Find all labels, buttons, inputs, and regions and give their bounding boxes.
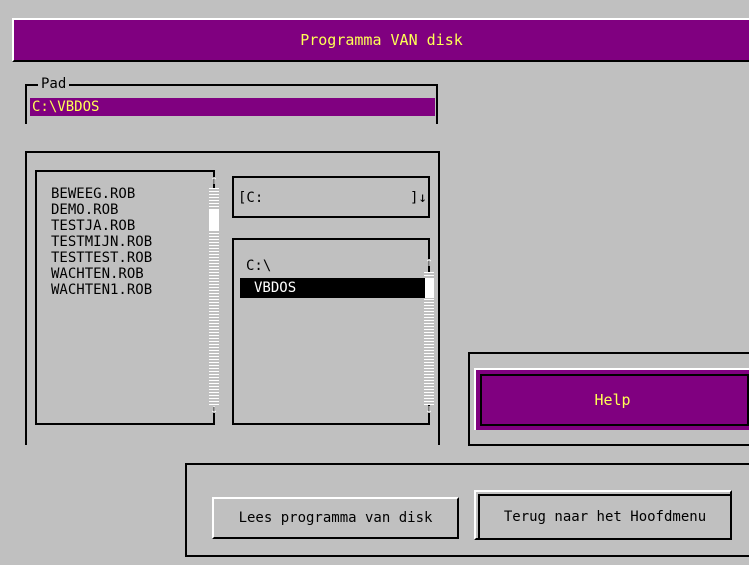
file-item[interactable]: DEMO.ROB	[51, 202, 118, 218]
scroll-down-arrow-icon[interactable]: ↓	[424, 403, 434, 417]
help-button[interactable]: Help	[474, 368, 749, 430]
scroll-thumb[interactable]	[209, 210, 219, 230]
dir-list-scrollbar[interactable]	[424, 272, 434, 405]
scroll-down-arrow-icon[interactable]: ↓	[209, 403, 219, 417]
scroll-up-arrow-icon[interactable]: ↑	[209, 174, 219, 188]
scroll-up-arrow-icon[interactable]: ↑	[424, 256, 434, 270]
path-input[interactable]: C:\VBDOS	[30, 98, 435, 116]
file-item[interactable]: TESTMIJN.ROB	[51, 234, 152, 250]
file-item[interactable]: BEWEEG.ROB	[51, 186, 135, 202]
scroll-thumb[interactable]	[424, 278, 434, 298]
chevron-down-icon[interactable]: ↓	[418, 190, 426, 206]
drive-value: [C:	[238, 190, 264, 206]
drive-dropdown-arrow[interactable]: ]↓	[410, 190, 427, 206]
load-program-button-label: Lees programma van disk	[238, 510, 433, 526]
directory-list[interactable]: C:\ ↑ ↓	[232, 238, 434, 425]
back-to-main-menu-button[interactable]: Terug naar het Hoofdmenu	[474, 490, 732, 546]
dir-item-selected[interactable]: VBDOS	[240, 278, 425, 298]
load-program-button[interactable]: Lees programma van disk	[212, 497, 459, 539]
help-focus-border	[480, 374, 749, 426]
file-item[interactable]: TESTJA.ROB	[51, 218, 135, 234]
file-list[interactable]: BEWEEG.ROB DEMO.ROB TESTJA.ROB TESTMIJN.…	[35, 170, 219, 425]
button-focus-border: Terug naar het Hoofdmenu	[478, 494, 732, 540]
window-title: Programma VAN disk	[300, 31, 463, 49]
dir-item[interactable]: C:\	[246, 258, 271, 274]
file-item[interactable]: WACHTEN.ROB	[51, 266, 144, 282]
back-button-label: Terug naar het Hoofdmenu	[503, 509, 707, 525]
path-label: Pad	[38, 76, 70, 92]
file-list-scrollbar[interactable]	[209, 188, 219, 407]
file-item[interactable]: WACHTEN1.ROB	[51, 282, 152, 298]
title-bar: Programma VAN disk	[12, 18, 749, 62]
file-item[interactable]: TESTTEST.ROB	[51, 250, 152, 266]
